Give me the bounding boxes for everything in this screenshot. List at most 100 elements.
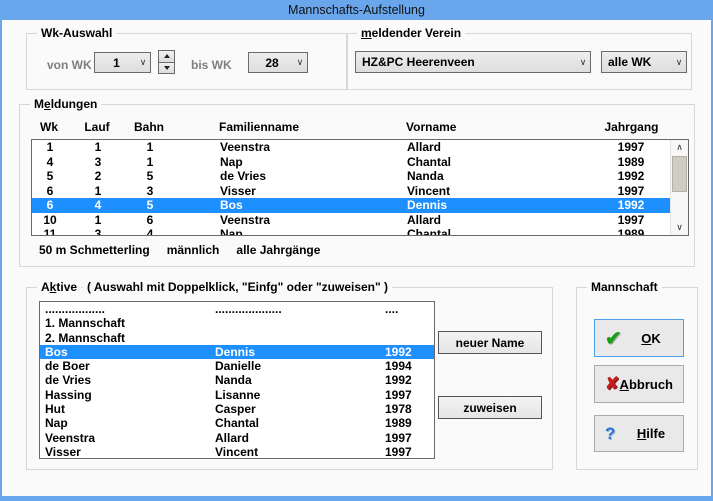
wk-filter-combo[interactable]: alle WK ∨	[601, 51, 687, 73]
meldungen-listbox: 1 1 1 Veenstra Allard 1997 4 3 1 Nap	[31, 139, 689, 236]
bis-wk-label: bis WK	[191, 58, 232, 72]
aktive-row[interactable]: .................. .................... …	[40, 302, 434, 316]
abbruch-button-label: Abbruch	[620, 377, 683, 392]
neuer-name-button[interactable]: neuer Name	[438, 331, 542, 354]
cell-vorname: Allard	[407, 140, 592, 155]
scroll-up-button[interactable]: ∧	[671, 140, 688, 155]
hilfe-button[interactable]: ? Hilfe	[594, 415, 684, 452]
cell-jahrgang: 1997	[385, 431, 434, 445]
cell-familienname: Visser	[172, 184, 407, 199]
cell-bahn: 3	[128, 184, 172, 199]
cell-jahrgang: 1989	[592, 155, 670, 170]
von-wk-combo[interactable]: 1 ∨	[94, 52, 151, 73]
aktive-listbox: .................. .................... …	[39, 301, 435, 459]
zuweisen-button[interactable]: zuweisen	[438, 396, 542, 419]
aktive-row[interactable]: Nap Chantal 1989	[40, 416, 434, 430]
chevron-down-icon: ∨	[293, 57, 307, 68]
column-header-familienname: Familienname	[171, 120, 406, 134]
meldungen-row[interactable]: 10 1 6 Veenstra Allard 1997	[32, 213, 670, 228]
check-icon: ✔	[605, 326, 629, 351]
cell-familienname: Bos	[45, 345, 215, 359]
scroll-thumb[interactable]	[672, 156, 687, 192]
cell-wk: 6	[32, 184, 68, 199]
cell-lauf: 2	[68, 169, 128, 184]
meldungen-row[interactable]: 1 1 1 Veenstra Allard 1997	[32, 140, 670, 155]
titlebar: Mannschafts-Aufstellung	[0, 0, 713, 20]
meldungen-scrollbar[interactable]: ∧ ∨	[670, 140, 688, 235]
window-title: Mannschafts-Aufstellung	[288, 3, 425, 17]
cell-familienname: Nap	[172, 155, 407, 170]
meldungen-row[interactable]: 4 3 1 Nap Chantal 1989	[32, 155, 670, 170]
aktive-row[interactable]: Bos Dennis 1992	[40, 345, 434, 359]
cross-icon: ✘	[605, 374, 620, 394]
aktive-row[interactable]: de Vries Nanda 1992	[40, 373, 434, 387]
cell-vorname: Allard	[407, 213, 592, 228]
scroll-track[interactable]	[671, 155, 688, 220]
arrow-down-icon: ∨	[676, 222, 683, 233]
wk-spinner	[158, 50, 175, 74]
aktive-row[interactable]: 1. Mannschaft	[40, 316, 434, 330]
gender-label: männlich	[167, 243, 220, 257]
cell-vorname: Lisanne	[215, 388, 385, 402]
cell-lauf: 1	[68, 140, 128, 155]
triangle-up-icon	[164, 54, 170, 58]
column-header-jahrgang: Jahrgang	[591, 120, 672, 134]
meldungen-row[interactable]: 11 3 4 Nap Chantal 1989	[32, 227, 670, 235]
cell-jahrgang: 1994	[385, 359, 434, 373]
cell-vorname: Vincent	[407, 184, 592, 199]
abbruch-button[interactable]: ✘ Abbruch	[594, 365, 684, 403]
cell-familienname: 1. Mannschaft	[45, 316, 215, 330]
column-header-lauf: Lauf	[67, 120, 127, 134]
aktive-row[interactable]: Veenstra Allard 1997	[40, 431, 434, 445]
chevron-down-icon: ∨	[136, 57, 150, 68]
group-wk-auswahl: Wk-Auswahl von WK 1 ∨ bis WK 28 ∨	[26, 33, 348, 90]
wk-filter-value: alle WK	[602, 55, 672, 69]
cell-jahrgang: 1997	[385, 388, 434, 402]
scroll-down-button[interactable]: ∨	[671, 220, 688, 235]
chevron-down-icon: ∨	[576, 57, 590, 68]
cell-wk: 10	[32, 213, 68, 228]
cell-vorname	[215, 316, 385, 330]
meldungen-row[interactable]: 6 4 5 Bos Dennis 1992	[32, 198, 670, 213]
group-meldender-verein-label: meldender Verein	[357, 26, 465, 40]
cell-jahrgang	[385, 316, 434, 330]
group-aktive-hint: ( Auswahl mit Doppelklick, "Einfg" oder …	[83, 280, 392, 294]
cell-vorname: ....................	[215, 302, 385, 316]
meldungen-row[interactable]: 6 1 3 Visser Vincent 1997	[32, 184, 670, 199]
aktive-row[interactable]: de Boer Danielle 1994	[40, 359, 434, 373]
cell-familienname: Veenstra	[172, 213, 407, 228]
group-mannschaft: Mannschaft ✔ OK ✘ Abbruch ? Hilfe	[576, 287, 698, 470]
triangle-down-icon	[164, 66, 170, 70]
cell-vorname: Nanda	[407, 169, 592, 184]
cell-vorname: Casper	[215, 402, 385, 416]
cell-lauf: 1	[68, 213, 128, 228]
cell-wk: 5	[32, 169, 68, 184]
cell-jahrgang: 1997	[592, 213, 670, 228]
spinner-up-button[interactable]	[158, 50, 175, 63]
cell-familienname: Veenstra	[172, 140, 407, 155]
bis-wk-combo[interactable]: 28 ∨	[248, 52, 308, 73]
cell-vorname: Nanda	[215, 373, 385, 387]
club-combo[interactable]: HZ&PC Heerenveen ∨	[355, 51, 591, 73]
group-aktive: Aktive ( Auswahl mit Doppelklick, "Einfg…	[26, 287, 553, 470]
von-wk-label: von WK	[47, 58, 92, 72]
column-header-vorname: Vorname	[406, 120, 591, 134]
group-meldungen-label: Meldungen	[30, 97, 101, 111]
meldungen-row[interactable]: 5 2 5 de Vries Nanda 1992	[32, 169, 670, 184]
cell-familienname: de Vries	[172, 169, 407, 184]
ok-button[interactable]: ✔ OK	[594, 319, 684, 357]
dialog-content: Wk-Auswahl von WK 1 ∨ bis WK 28 ∨ melden…	[2, 20, 711, 496]
cell-vorname: Dennis	[215, 345, 385, 359]
neuer-name-button-label: neuer Name	[456, 336, 525, 350]
aktive-row[interactable]: Hassing Lisanne 1997	[40, 388, 434, 402]
aktive-row[interactable]: Hut Casper 1978	[40, 402, 434, 416]
cell-lauf: 1	[68, 184, 128, 199]
group-wk-auswahl-label: Wk-Auswahl	[37, 26, 116, 40]
cell-familienname: Nap	[172, 227, 407, 235]
aktive-row[interactable]: 2. Mannschaft	[40, 331, 434, 345]
aktive-row[interactable]: Visser Vincent 1997	[40, 445, 434, 458]
cell-vorname: Dennis	[407, 198, 592, 213]
bis-wk-value: 28	[249, 56, 293, 70]
cell-bahn: 6	[128, 213, 172, 228]
spinner-down-button[interactable]	[158, 63, 175, 75]
